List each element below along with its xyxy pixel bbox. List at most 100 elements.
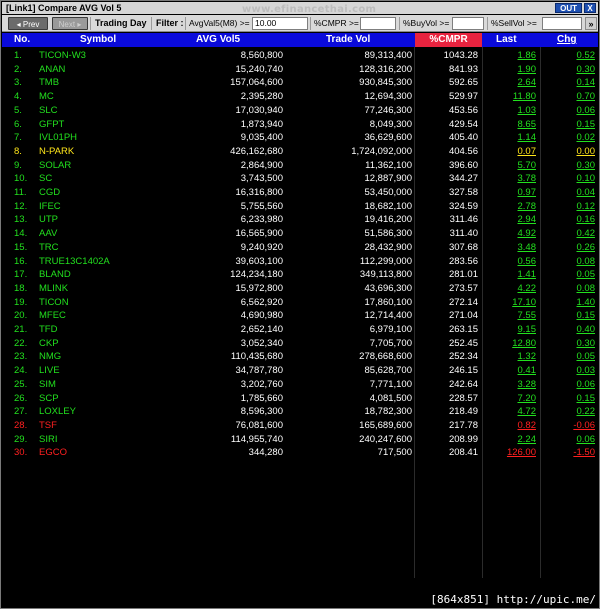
last-price-cell[interactable]: 2.24 [482,433,537,447]
table-row[interactable]: 11. CGD 16,316,800 53,450,000 327.58 0.97 0.04 [2,186,598,200]
last-price-cell[interactable]: 0.97 [482,186,537,200]
change-cell[interactable]: 0.70 [542,90,596,104]
last-price-cell[interactable]: 1.41 [482,268,537,282]
table-row[interactable]: 26. SCP 1,785,660 4,081,500 228.57 7.20 0.15 [2,392,598,406]
change-cell[interactable]: 0.12 [542,200,596,214]
sellvol-filter-input[interactable] [542,17,582,30]
change-cell[interactable]: 0.00 [542,145,596,159]
symbol-cell[interactable]: CKP [39,337,169,351]
change-cell[interactable]: 0.04 [542,186,596,200]
symbol-cell[interactable]: AAV [39,227,169,241]
last-price-cell[interactable]: 4.72 [482,405,537,419]
last-price-cell[interactable]: 0.56 [482,255,537,269]
last-price-cell[interactable]: 0.07 [482,145,537,159]
last-price-cell[interactable]: 2.78 [482,200,537,214]
symbol-cell[interactable]: LIVE [39,364,169,378]
symbol-cell[interactable]: TRC [39,241,169,255]
column-header-trade-vol[interactable]: Trade Vol [326,33,370,47]
table-row[interactable]: 3. TMB 157,064,600 930,845,300 592.65 2.64 0.1… [2,76,598,90]
last-price-cell[interactable]: 1.03 [482,104,537,118]
table-row[interactable]: 1. TICON-W3 8,560,800 89,313,400 1043.28 1.86… [2,49,598,63]
change-cell[interactable]: 0.30 [542,337,596,351]
table-row[interactable]: 9. SOLAR 2,864,900 11,362,100 396.60 5.70 0.30 [2,159,598,173]
symbol-cell[interactable]: TICON [39,296,169,310]
symbol-cell[interactable]: MFEC [39,309,169,323]
last-price-cell[interactable]: 1.32 [482,350,537,364]
symbol-cell[interactable]: TFD [39,323,169,337]
column-header-cmpr[interactable]: %CMPR [415,33,482,47]
change-cell[interactable]: 0.08 [542,282,596,296]
table-row[interactable]: 21. TFD 2,652,140 6,979,100 263.15 9.15 0.40 [2,323,598,337]
last-price-cell[interactable]: 126.00 [482,446,536,460]
table-row[interactable]: 16. TRUE13C1402A 39,603,100 112,299,000 283.… [2,255,598,269]
table-row[interactable]: 7. IVL01PH 9,035,400 36,629,600 405.40 1.14 0.… [2,131,598,145]
column-header-avg-vol5[interactable]: AVG Vol5 [196,33,240,47]
change-cell[interactable]: 0.02 [542,131,596,145]
change-cell[interactable]: 0.15 [542,392,596,406]
last-price-cell[interactable]: 3.48 [482,241,537,255]
cmpr-filter-input[interactable] [360,17,396,30]
change-cell[interactable]: 0.26 [542,241,596,255]
column-header-symbol[interactable]: Symbol [80,33,116,47]
change-cell[interactable]: 0.08 [542,255,596,269]
last-price-cell[interactable]: 1.90 [482,63,537,77]
change-cell[interactable]: 0.30 [542,63,596,77]
last-price-cell[interactable]: 12.80 [482,337,536,351]
table-row[interactable]: 13. UTP 6,233,980 19,416,200 311.46 2.94 0.16 [2,213,598,227]
table-row[interactable]: 27. LOXLEY 8,596,300 18,782,300 218.49 4.72 0.… [2,405,598,419]
table-row[interactable]: 14. AAV 16,565,900 51,586,300 311.40 4.92 0.42 [2,227,598,241]
change-cell[interactable]: 1.40 [542,296,596,310]
last-price-cell[interactable]: 8.65 [482,118,537,132]
symbol-cell[interactable]: N-PARK [39,145,169,159]
last-price-cell[interactable]: 7.20 [482,392,537,406]
symbol-cell[interactable]: TMB [39,76,169,90]
last-price-cell[interactable]: 1.86 [482,49,537,63]
symbol-cell[interactable]: NMG [39,350,169,364]
symbol-cell[interactable]: TRUE13C1402A [39,255,169,269]
change-cell[interactable]: 0.16 [542,213,596,227]
prev-button[interactable]: ◂ Prev [8,17,48,30]
table-row[interactable]: 5. SLC 17,030,940 77,246,300 453.56 1.03 0.06 [2,104,598,118]
change-cell[interactable]: 0.30 [542,159,596,173]
symbol-cell[interactable]: SLC [39,104,169,118]
symbol-cell[interactable]: IVL01PH [39,131,169,145]
last-price-cell[interactable]: 2.64 [482,76,537,90]
change-cell[interactable]: -1.50 [542,446,595,460]
symbol-cell[interactable]: LOXLEY [39,405,169,419]
table-row[interactable]: 12. IFEC 5,755,560 18,682,100 324.59 2.78 0.12 [2,200,598,214]
table-row[interactable]: 23. NMG 110,435,680 278,668,600 252.34 1.32 0.… [2,350,598,364]
last-price-cell[interactable]: 2.94 [482,213,537,227]
table-row[interactable]: 19. TICON 6,562,920 17,860,100 272.14 17.10 1.… [2,296,598,310]
change-cell[interactable]: 0.40 [542,323,596,337]
table-row[interactable]: 22. CKP 3,052,340 7,705,700 252.45 12.80 0.30 [2,337,598,351]
next-button[interactable]: Next ▸ [52,17,88,30]
table-row[interactable]: 29. SIRI 114,955,740 240,247,600 208.99 2.24 0… [2,433,598,447]
last-price-cell[interactable]: 4.92 [482,227,537,241]
last-price-cell[interactable]: 1.14 [482,131,537,145]
change-cell[interactable]: 0.22 [542,405,596,419]
table-row[interactable]: 18. MLINK 15,972,800 43,696,300 273.57 4.22 0.… [2,282,598,296]
symbol-cell[interactable]: EGCO [39,446,169,460]
symbol-cell[interactable]: IFEC [39,200,169,214]
last-price-cell[interactable]: 0.41 [482,364,537,378]
column-header-no[interactable]: No. [14,33,30,47]
change-cell[interactable]: 0.14 [542,76,596,90]
table-row[interactable]: 10. SC 3,743,500 12,887,900 344.27 3.78 0.10 [2,172,598,186]
table-row[interactable]: 24. LIVE 34,787,780 85,628,700 246.15 0.41 0.0… [2,364,598,378]
out-button[interactable]: OUT [555,3,582,13]
table-row[interactable]: 4. MC 2,395,280 12,694,300 529.97 11.80 0.70 [2,90,598,104]
change-cell[interactable]: 0.15 [542,309,596,323]
change-cell[interactable]: 0.06 [542,378,596,392]
table-row[interactable]: 25. SIM 3,202,760 7,771,100 242.64 3.28 0.06 [2,378,598,392]
symbol-cell[interactable]: SIRI [39,433,169,447]
symbol-cell[interactable]: GFPT [39,118,169,132]
last-price-cell[interactable]: 11.80 [482,90,536,104]
symbol-cell[interactable]: MLINK [39,282,169,296]
last-price-cell[interactable]: 7.55 [482,309,537,323]
close-button[interactable]: X [584,3,596,13]
symbol-cell[interactable]: SOLAR [39,159,169,173]
table-row[interactable]: 17. BLAND 124,234,180 349,113,800 281.01 1.41… [2,268,598,282]
table-row[interactable]: 8. N-PARK 426,162,680 1,724,092,000 404.56 0.… [2,145,598,159]
change-cell[interactable]: 0.06 [542,104,596,118]
table-row[interactable]: 28. TSF 76,081,600 165,689,600 217.78 0.82 -0.… [2,419,598,433]
